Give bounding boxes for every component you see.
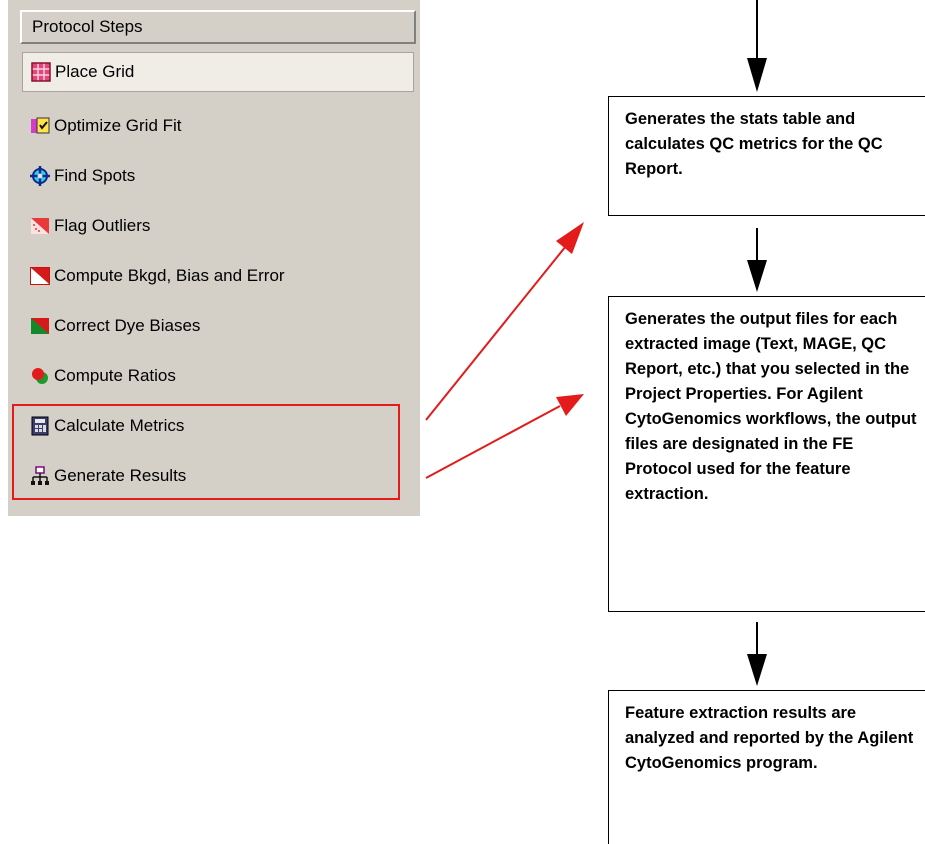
red-arrow-calculate-metrics-icon — [425, 222, 584, 421]
step-optimize-grid-fit[interactable]: Optimize Grid Fit — [30, 108, 410, 144]
optimize-grid-fit-icon — [30, 116, 50, 136]
highlight-box — [12, 404, 400, 500]
step-label: Correct Dye Biases — [54, 316, 201, 335]
flag-outliers-icon — [30, 216, 50, 236]
place-grid-icon — [31, 62, 51, 82]
find-spots-icon — [30, 166, 50, 186]
down-arrow-2-icon — [747, 228, 767, 292]
step-compute-bkgd-bias-error[interactable]: Compute Bkgd, Bias and Error — [30, 258, 410, 294]
correct-dye-biases-icon — [30, 316, 50, 336]
flow-box-text: Generates the stats table and calculates… — [625, 110, 883, 178]
flow-box-cytogenomics: Feature extraction results are analyzed … — [608, 690, 925, 844]
red-arrow-generate-results-icon — [425, 394, 584, 479]
step-correct-dye-biases[interactable]: Correct Dye Biases — [30, 308, 410, 344]
flow-box-text: Generates the output files for each extr… — [625, 310, 917, 503]
step-place-grid[interactable]: Place Grid — [22, 52, 414, 92]
compute-bkgd-icon — [30, 266, 50, 286]
step-find-spots[interactable]: Find Spots — [30, 158, 410, 194]
down-arrow-3-icon — [747, 622, 767, 686]
step-label: Optimize Grid Fit — [54, 116, 182, 135]
flow-box-generate-results: Generates the output files for each extr… — [608, 296, 925, 612]
step-label: Compute Bkgd, Bias and Error — [54, 266, 285, 285]
step-label: Flag Outliers — [54, 216, 151, 235]
step-label: Find Spots — [54, 166, 136, 185]
step-compute-ratios[interactable]: Compute Ratios — [30, 358, 410, 394]
flow-box-calculate-metrics: Generates the stats table and calculates… — [608, 96, 925, 216]
step-flag-outliers[interactable]: Flag Outliers — [30, 208, 410, 244]
compute-ratios-icon — [30, 366, 50, 386]
step-label: Place Grid — [55, 62, 135, 81]
down-arrow-1-icon — [747, 0, 767, 92]
protocol-steps-header[interactable]: Protocol Steps — [20, 10, 416, 44]
flow-box-text: Feature extraction results are analyzed … — [625, 704, 914, 772]
step-label: Compute Ratios — [54, 366, 176, 385]
